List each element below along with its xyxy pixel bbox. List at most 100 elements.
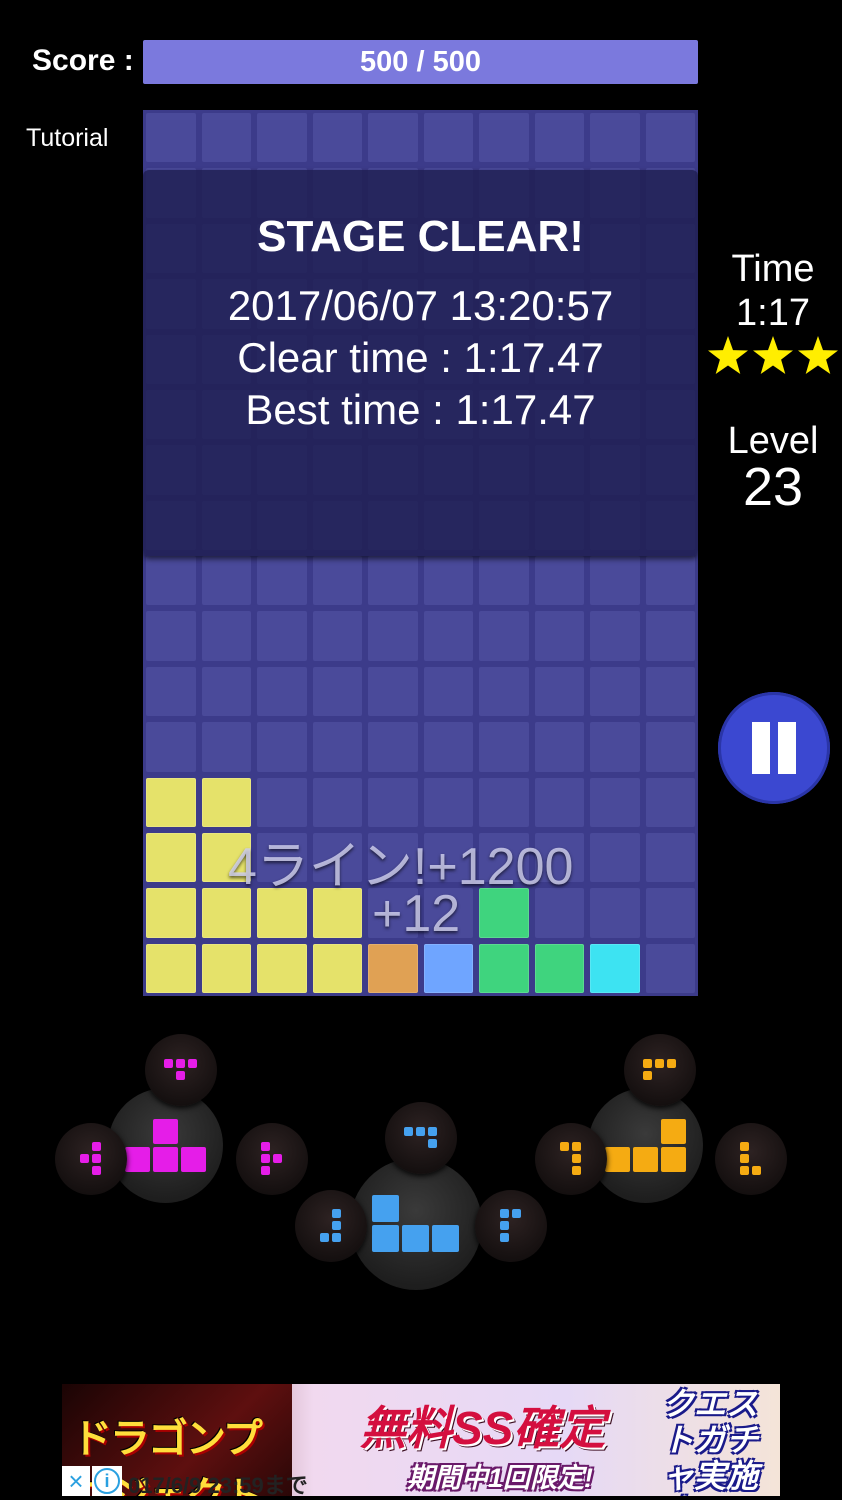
filled-cell [201, 943, 251, 993]
piece-block [428, 1127, 437, 1136]
piece-block [667, 1059, 676, 1068]
pause-icon-bar-left [752, 722, 770, 774]
piece-block [261, 1166, 270, 1175]
empty-cell [368, 556, 418, 606]
piece-block [500, 1209, 509, 1218]
piece-block [332, 1221, 341, 1230]
piece-block [372, 1195, 399, 1222]
empty-cell [423, 722, 473, 772]
filled-cell [423, 943, 473, 993]
filled-cell [312, 943, 362, 993]
empty-cell [479, 611, 529, 661]
piece-block [261, 1142, 270, 1151]
blue-rotate-left-button[interactable] [295, 1190, 367, 1262]
empty-cell [312, 556, 362, 606]
piece-block [332, 1209, 341, 1218]
empty-cell [534, 113, 584, 163]
clear-timestamp: 2017/06/07 13:20:57 [227, 282, 614, 329]
empty-cell [645, 722, 695, 772]
magenta-rotate-up-button[interactable] [145, 1034, 217, 1106]
empty-cell [312, 666, 362, 717]
ad-info-icon[interactable]: i [92, 1466, 122, 1496]
piece-picker-magenta[interactable] [108, 1088, 223, 1203]
piece-block [92, 1154, 101, 1163]
empty-cell [423, 611, 473, 661]
empty-cell [146, 113, 196, 163]
piece-block [572, 1166, 581, 1175]
piece-block [320, 1233, 329, 1242]
star-icon [708, 336, 748, 374]
piece-block [740, 1154, 749, 1163]
piece-block [188, 1059, 197, 1068]
empty-cell [645, 666, 695, 717]
pause-button[interactable] [718, 692, 830, 804]
empty-cell [201, 611, 251, 661]
filled-cell [146, 888, 196, 938]
piece-block [176, 1059, 185, 1068]
empty-cell [590, 888, 640, 938]
empty-cell [534, 777, 584, 827]
empty-cell [368, 777, 418, 827]
magenta-rotate-right-button[interactable] [236, 1123, 308, 1195]
piece-block [402, 1225, 429, 1252]
ad-subheadline: 期間中1回限定! [407, 1463, 594, 1493]
piece-block [500, 1233, 509, 1242]
ad-info-glyph: i [94, 1468, 120, 1494]
piece-block [432, 1225, 459, 1252]
blue-rotate-up-button[interactable] [385, 1102, 457, 1174]
empty-cell [368, 611, 418, 661]
magenta-rotate-left-button[interactable] [55, 1123, 127, 1195]
piece-block [404, 1127, 413, 1136]
ad-headline: 無料SS確定 [360, 1402, 606, 1454]
ad-date-text: 017/6/9 23:59まで [128, 1473, 308, 1498]
piece-block [500, 1221, 509, 1230]
filled-cell [257, 943, 307, 993]
filled-cell [590, 943, 640, 993]
empty-cell [479, 722, 529, 772]
filled-cell [146, 832, 196, 883]
empty-cell [368, 113, 418, 163]
empty-cell [479, 556, 529, 606]
empty-cell [534, 666, 584, 717]
piece-block [273, 1154, 282, 1163]
ad-right-text: クエストガチャ実施中! [662, 1386, 759, 1496]
filled-cell [146, 943, 196, 993]
orange-rotate-up-button[interactable] [624, 1034, 696, 1106]
empty-cell [201, 666, 251, 717]
piece-block [176, 1071, 185, 1080]
empty-cell [423, 777, 473, 827]
empty-cell [423, 666, 473, 717]
empty-cell [479, 666, 529, 717]
piece-picker-orange[interactable] [588, 1088, 703, 1203]
empty-cell [645, 611, 695, 661]
empty-cell [312, 777, 362, 827]
blue-rotate-right-button[interactable] [475, 1190, 547, 1262]
stage-clear-title: STAGE CLEAR! [257, 212, 584, 261]
piece-block [660, 1146, 686, 1172]
empty-cell [257, 777, 307, 827]
piece-block [428, 1139, 437, 1148]
star-icon [753, 336, 793, 374]
empty-cell [146, 556, 196, 606]
piece-block [92, 1166, 101, 1175]
piece-block [660, 1118, 686, 1144]
empty-cell [590, 556, 640, 606]
orange-rotate-right-button[interactable] [715, 1123, 787, 1195]
empty-cell [257, 722, 307, 772]
piece-block [655, 1059, 664, 1068]
empty-cell [312, 113, 362, 163]
piece-block [572, 1142, 581, 1151]
clear-time-text: Clear time : 1:17.47 [237, 334, 604, 381]
time-label: Time [731, 248, 815, 290]
empty-cell [479, 777, 529, 827]
piece-block [152, 1146, 178, 1172]
piece-block [92, 1142, 101, 1151]
piece-block [124, 1146, 150, 1172]
piece-block [372, 1225, 399, 1252]
ad-close-icon[interactable]: × [62, 1466, 90, 1496]
empty-cell [645, 556, 695, 606]
orange-rotate-left-button[interactable] [535, 1123, 607, 1195]
empty-cell [312, 611, 362, 661]
empty-cell [479, 113, 529, 163]
piece-picker-blue[interactable] [350, 1158, 482, 1290]
